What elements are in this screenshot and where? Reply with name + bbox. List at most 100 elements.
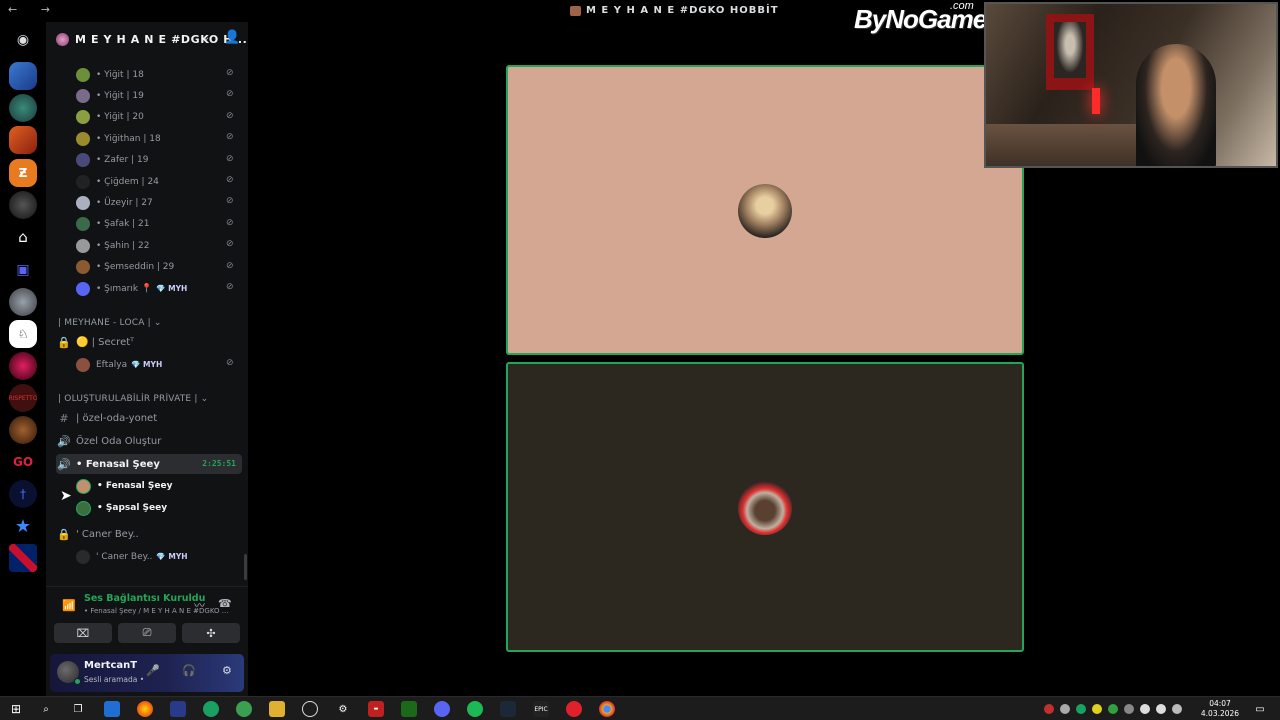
server-icon[interactable]: † [9, 480, 37, 508]
server-icon[interactable] [9, 126, 37, 154]
app-icon[interactable] [236, 701, 252, 717]
member-caner-bey[interactable]: ' Caner Bey.. 💎 MYH [76, 546, 246, 567]
server-rail: ◉ Ƶ ⌂ ▣ ♘ RISPETTO GO † ★ [0, 22, 46, 596]
camera-off-button[interactable]: ⌧ [54, 623, 112, 643]
member-row[interactable]: • Üzeyir | 27 ⊘ [76, 192, 246, 213]
file-explorer-icon[interactable] [269, 701, 285, 717]
channel-ozel-oda-olustur[interactable]: 🔊 Özel Oda Oluştur [56, 431, 242, 451]
server-icon[interactable]: Ƶ [9, 159, 37, 187]
opera-icon[interactable] [566, 701, 582, 717]
chrome-icon[interactable] [137, 701, 153, 717]
taskbar: ⊞ ⌕ ❐ ⚙ ▬ EPIC 04:07 4.03.2026 ▭ [0, 696, 1280, 720]
app-icon[interactable] [170, 701, 186, 717]
member-row[interactable]: • Yiğithan | 18 ⊘ [76, 128, 246, 149]
window-title: M E Y H A N E #DGKO HOBBİT [570, 5, 779, 16]
person-add-icon[interactable]: 👤 [224, 30, 240, 45]
noise-suppression-icon[interactable]: 〰 [194, 597, 205, 613]
server-icon[interactable] [9, 288, 37, 316]
activities-button[interactable]: ✣ [182, 623, 240, 643]
member-row[interactable]: • Şemseddin | 29 ⊘ [76, 257, 246, 278]
nav-arrows[interactable]: ← → [8, 3, 60, 16]
deafened-icon: ⊘ [226, 89, 234, 100]
video-tile[interactable] [506, 362, 1024, 652]
store-icon[interactable] [104, 701, 120, 717]
obs-icon[interactable] [302, 701, 318, 717]
xbox-icon[interactable] [203, 701, 219, 717]
windows-start-icon[interactable]: ⊞ [8, 701, 24, 717]
spotify-icon[interactable] [467, 701, 483, 717]
settings-gear-icon[interactable]: ⚙ [335, 701, 351, 717]
channel-ozel-oda-yonet[interactable]: # | özel-oda-yonet [56, 408, 242, 428]
app-icon[interactable]: ▬ [368, 701, 384, 717]
tray-icon[interactable] [1092, 704, 1102, 714]
server-icon[interactable]: GO [9, 448, 37, 476]
wifi-icon[interactable] [1140, 704, 1150, 714]
notifications-icon[interactable]: ▭ [1252, 701, 1268, 717]
member-row[interactable]: • Yiğit | 19 ⊘ [76, 85, 246, 106]
steam-icon[interactable] [500, 701, 516, 717]
server-icon[interactable]: ★ [9, 512, 37, 540]
server-name: M E Y H A N E #DGKO H... [75, 32, 248, 46]
server-icon[interactable] [9, 416, 37, 444]
gear-icon[interactable]: ⚙ [222, 664, 232, 677]
member-row[interactable]: • Şahin | 22 ⊘ [76, 235, 246, 256]
member-row[interactable]: • Zafer | 19 ⊘ [76, 150, 246, 171]
category-loca[interactable]: | MEYHANE - LOCA | ⌄ [58, 318, 162, 328]
discord-home-icon[interactable]: ◉ [9, 26, 37, 54]
microphone-icon[interactable]: 🎤 [146, 664, 160, 677]
tray-icon[interactable] [1044, 704, 1054, 714]
avatar [76, 67, 90, 82]
server-icon[interactable]: ⌂ [9, 223, 37, 251]
username[interactable]: MertcanT [84, 660, 137, 671]
window-title-text: M E Y H A N E #DGKO HOBBİT [586, 5, 779, 16]
member-name: • Zafer | 19 [96, 155, 149, 166]
channel-secret[interactable]: 🔒 🟡 | Secretᵀ [56, 332, 242, 352]
server-icon[interactable] [9, 191, 37, 219]
disconnect-icon[interactable]: ☎ [218, 597, 232, 610]
server-icon[interactable]: RISPETTO [9, 384, 37, 412]
tray-icon[interactable] [1124, 704, 1134, 714]
screen-share-button[interactable]: ⎚ [118, 623, 176, 643]
chevron-down-icon[interactable]: ⌄ [202, 32, 210, 43]
voice-channel-path[interactable]: • Fenasal Şeey / M E Y H A N E #DGKO ... [84, 607, 228, 615]
task-view-icon[interactable]: ❐ [70, 701, 86, 717]
epic-games-icon[interactable]: EPIC [533, 701, 549, 717]
channel-caner-bey[interactable]: 🔒 ' Caner Bey.. [56, 524, 242, 544]
server-icon[interactable] [9, 352, 37, 380]
volume-icon[interactable] [1156, 704, 1166, 714]
server-icon[interactable] [9, 544, 37, 572]
headphones-icon[interactable]: 🎧 [182, 664, 196, 677]
signal-icon[interactable]: 📶 [62, 599, 76, 612]
member-row[interactable]: • Şımarık 📍 💎 MYH ⊘ [76, 278, 246, 299]
channel-fenasal-seey[interactable]: 🔊 • Fenasal Şeey 2:25:51 [56, 454, 242, 474]
member-row[interactable]: • Şafak | 21 ⊘ [76, 214, 246, 235]
server-header[interactable]: M E Y H A N E #DGKO H... ⌄ 👤 [46, 22, 248, 56]
voice-user[interactable]: • Şapsal Şeey [76, 498, 236, 518]
avatar [76, 174, 90, 189]
microphone-tray-icon[interactable] [1060, 704, 1070, 714]
discord-icon[interactable] [434, 701, 450, 717]
tray-icon[interactable] [1108, 704, 1118, 714]
voice-connected-label[interactable]: Ses Bağlantısı Kuruldu [84, 593, 205, 604]
tray-icon[interactable] [1172, 704, 1182, 714]
clock-time: 04:07 [1209, 699, 1231, 708]
server-icon[interactable] [9, 94, 37, 122]
clock[interactable]: 04:07 4.03.2026 [1200, 699, 1240, 719]
bot-icon[interactable]: ▣ [9, 256, 37, 284]
member-row[interactable]: • Yiğit | 18 ⊘ [76, 64, 246, 85]
server-icon[interactable]: ♘ [9, 320, 37, 348]
chrome-icon[interactable] [599, 701, 615, 717]
voice-user[interactable]: • Fenasal Şeey [76, 476, 236, 496]
member-row[interactable]: • Çiğdem | 24 ⊘ [76, 171, 246, 192]
tray-icon[interactable] [1076, 704, 1086, 714]
search-icon[interactable]: ⌕ [38, 701, 54, 717]
server-icon[interactable] [9, 62, 37, 90]
member-name: • Yiğit | 19 [96, 90, 144, 101]
video-tile-speaking[interactable] [506, 65, 1024, 355]
category-private[interactable]: | OLUŞTURULABİLİR PRİVATE | ⌄ [58, 394, 208, 404]
scrollbar[interactable] [244, 554, 247, 580]
member-row[interactable]: • Yiğit | 20 ⊘ [76, 107, 246, 128]
member-eftalya[interactable]: Eftalya 💎 MYH ⊘ [76, 354, 246, 375]
terminal-icon[interactable] [401, 701, 417, 717]
bynogame-logo-suffix: .com [950, 0, 974, 12]
